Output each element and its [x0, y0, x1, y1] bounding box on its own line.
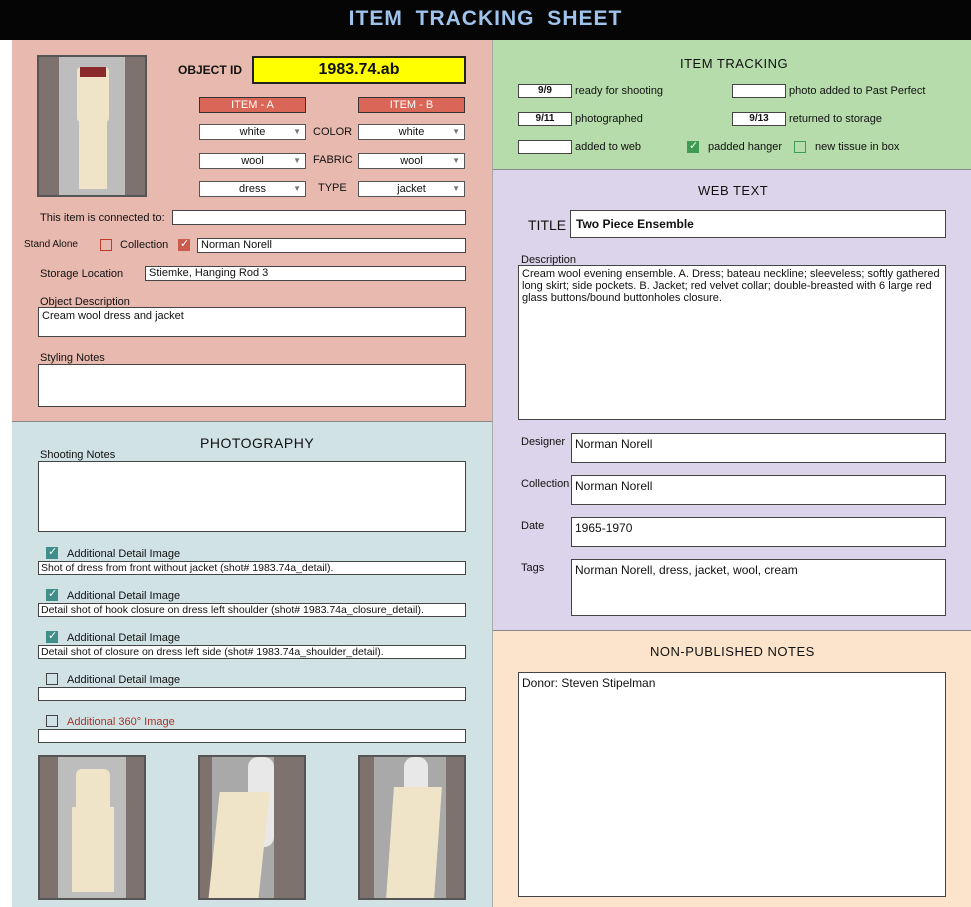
photographed-label: photographed — [575, 113, 643, 125]
item-a-fabric-select[interactable]: wool ▼ — [199, 153, 306, 169]
item-a-color-select[interactable]: white ▼ — [199, 124, 306, 140]
detail-image-1-checkbox[interactable] — [46, 545, 58, 559]
detail-image-2-label: Additional Detail Image — [67, 590, 181, 602]
designer-label: Designer — [521, 436, 566, 448]
fabric-label: FABRIC — [313, 154, 353, 166]
past-perfect-date-input[interactable] — [732, 84, 786, 98]
image-360-input[interactable] — [38, 729, 466, 743]
designer-input[interactable]: Norman Norell — [571, 433, 946, 463]
storage-location-input[interactable]: Stiemke, Hanging Rod 3 — [145, 266, 466, 281]
notes-input[interactable]: Donor: Steven Stipelman — [518, 672, 946, 897]
detail-image-1-label: Additional Detail Image — [67, 548, 181, 560]
storage-location-label: Storage Location — [40, 268, 124, 280]
tags-label: Tags — [521, 562, 545, 574]
tags-input[interactable]: Norman Norell, dress, jacket, wool, crea… — [571, 559, 946, 616]
photographed-date-input[interactable]: 9/11 — [518, 112, 572, 126]
ready-date-input[interactable]: 9/9 — [518, 84, 572, 98]
web-date-input[interactable] — [518, 140, 572, 154]
chevron-down-icon: ▼ — [293, 127, 301, 136]
object-description-input[interactable]: Cream wool dress and jacket — [38, 307, 466, 337]
detail-image-2-checkbox[interactable] — [46, 587, 58, 601]
connected-input[interactable] — [172, 210, 466, 225]
collection-input[interactable]: Norman Norell — [197, 238, 466, 253]
detail-image-3-checkbox[interactable] — [46, 629, 58, 643]
object-id-field[interactable]: 1983.74.ab — [252, 56, 466, 84]
web-title-input[interactable]: Two Piece Ensemble — [570, 210, 946, 238]
chevron-down-icon: ▼ — [452, 156, 460, 165]
past-perfect-label: photo added to Past Perfect — [789, 85, 926, 97]
chevron-down-icon: ▼ — [452, 127, 460, 136]
web-added-label: added to web — [575, 141, 642, 153]
standalone-label: Stand Alone — [24, 239, 78, 250]
item-a-type-select[interactable]: dress ▼ — [199, 181, 306, 197]
returned-label: returned to storage — [789, 113, 882, 125]
detail-photo-1 — [38, 755, 146, 900]
item-b-color-select[interactable]: white ▼ — [358, 124, 465, 140]
tracking-title: ITEM TRACKING — [680, 56, 789, 71]
object-id-label: OBJECT ID — [178, 63, 243, 77]
padded-hanger-checkbox[interactable] — [687, 139, 699, 153]
date-label: Date — [521, 520, 545, 532]
notes-title: NON-PUBLISHED NOTES — [650, 644, 815, 659]
collection-web-label: Collection — [521, 478, 570, 490]
detail-image-4-input[interactable] — [38, 687, 466, 701]
detail-image-2-input[interactable]: Detail shot of hook closure on dress lef… — [38, 603, 466, 617]
date-input[interactable]: 1965-1970 — [571, 517, 946, 547]
detail-photo-3 — [358, 755, 466, 900]
collection-label: Collection — [120, 239, 169, 251]
returned-date-input[interactable]: 9/13 — [732, 112, 786, 126]
shooting-notes-label: Shooting Notes — [40, 449, 116, 461]
ready-label: ready for shooting — [575, 85, 664, 97]
new-tissue-checkbox[interactable] — [794, 141, 806, 153]
styling-notes-label: Styling Notes — [40, 352, 105, 364]
header-bar: ITEM TRACKING SHEET — [0, 0, 971, 40]
item-b-fabric-select[interactable]: wool ▼ — [358, 153, 465, 169]
detail-image-3-input[interactable]: Detail shot of closure on dress left sid… — [38, 645, 466, 659]
web-title-label: TITLE — [528, 217, 567, 233]
image-360-checkbox[interactable] — [46, 715, 58, 727]
chevron-down-icon: ▼ — [452, 184, 460, 193]
detail-image-4-checkbox[interactable] — [46, 673, 58, 685]
photography-title: PHOTOGRAPHY — [200, 435, 315, 451]
chevron-down-icon: ▼ — [293, 184, 301, 193]
standalone-checkbox[interactable] — [100, 239, 112, 251]
item-b-type-select[interactable]: jacket ▼ — [358, 181, 465, 197]
main-object-photo — [37, 55, 147, 197]
chevron-down-icon: ▼ — [293, 156, 301, 165]
type-label: TYPE — [318, 182, 347, 194]
item-b-header: ITEM - B — [358, 97, 465, 113]
detail-photo-2 — [198, 755, 306, 900]
shooting-notes-input[interactable] — [38, 461, 466, 532]
detail-image-3-label: Additional Detail Image — [67, 632, 181, 644]
collection-web-input[interactable]: Norman Norell — [571, 475, 946, 505]
padded-hanger-label: padded hanger — [708, 141, 783, 153]
color-label: COLOR — [313, 126, 353, 138]
image-360-label: Additional 360° Image — [67, 716, 175, 728]
detail-image-1-input[interactable]: Shot of dress from front without jacket … — [38, 561, 466, 575]
collection-checkbox[interactable] — [178, 237, 190, 251]
detail-image-4-label: Additional Detail Image — [67, 674, 181, 686]
web-description-input[interactable]: Cream wool evening ensemble. A. Dress; b… — [518, 265, 946, 420]
item-a-header: ITEM - A — [199, 97, 306, 113]
connected-label: This item is connected to: — [40, 212, 165, 224]
page-title: ITEM TRACKING SHEET — [348, 7, 623, 30]
styling-notes-input[interactable] — [38, 364, 466, 407]
web-text-title: WEB TEXT — [698, 183, 769, 198]
new-tissue-label: new tissue in box — [815, 141, 900, 153]
